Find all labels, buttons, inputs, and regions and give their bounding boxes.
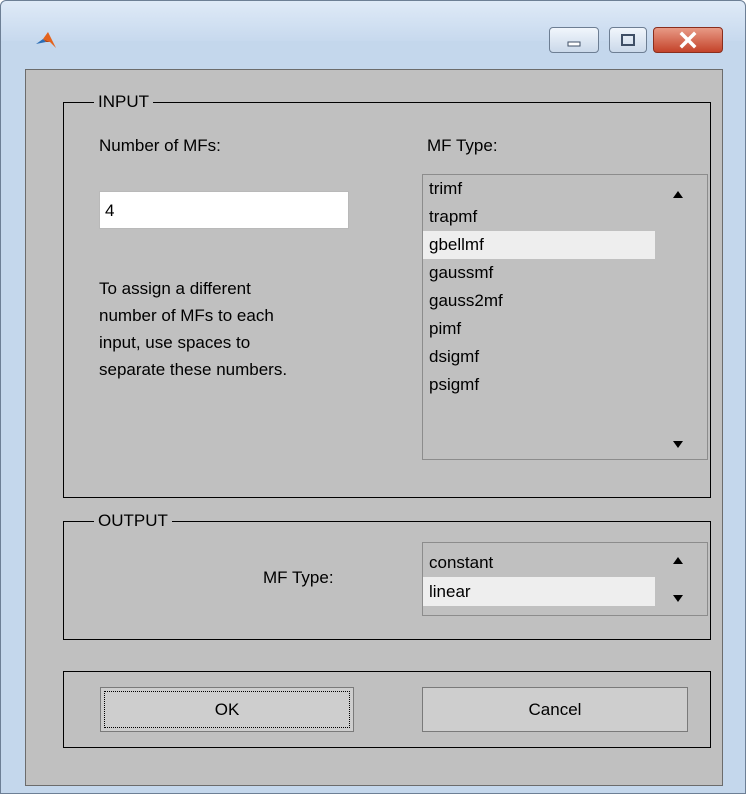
scroll-down-icon[interactable]: [673, 441, 683, 448]
scroll-down-icon[interactable]: [673, 595, 683, 602]
maximize-icon: [621, 34, 635, 46]
input-mf-type-items: trimf trapmf gbellmf gaussmf gauss2mf pimf dsi…: [423, 175, 655, 459]
input-legend: INPUT: [94, 92, 153, 112]
list-item[interactable]: gbellmf: [423, 231, 655, 259]
list-item[interactable]: psigmf: [423, 371, 655, 399]
dialog-window: INPUT Number of MFs: 4 To assign a diffe…: [0, 0, 746, 794]
dialog-client-area: INPUT Number of MFs: 4 To assign a diffe…: [25, 69, 723, 786]
list-item[interactable]: pimf: [423, 315, 655, 343]
close-icon: [679, 31, 697, 49]
ok-button[interactable]: OK: [100, 687, 354, 732]
list-item[interactable]: dsigmf: [423, 343, 655, 371]
input-mf-type-label: MF Type:: [427, 136, 498, 155]
list-item[interactable]: gauss2mf: [423, 287, 655, 315]
minimize-icon: [567, 41, 581, 47]
list-item[interactable]: linear: [423, 577, 655, 606]
scroll-up-icon[interactable]: [673, 191, 683, 198]
maximize-button[interactable]: [609, 27, 647, 53]
input-mf-type-listbox[interactable]: trimf trapmf gbellmf gaussmf gauss2mf pimf dsi…: [422, 174, 708, 460]
mf-count-help-text: To assign a different number of MFs to e…: [99, 279, 288, 379]
list-item[interactable]: trapmf: [423, 203, 655, 231]
scroll-up-icon[interactable]: [673, 557, 683, 564]
number-of-mfs-label: Number of MFs:: [99, 136, 221, 155]
list-item[interactable]: constant: [423, 548, 655, 577]
close-button[interactable]: [653, 27, 723, 53]
output-legend: OUTPUT: [94, 511, 172, 531]
output-mf-type-items: constant linear: [423, 545, 655, 615]
output-mf-type-listbox[interactable]: constant linear: [422, 542, 708, 616]
title-bar[interactable]: [1, 1, 745, 53]
list-item[interactable]: gaussmf: [423, 259, 655, 287]
matlab-logo-icon: [36, 32, 56, 48]
list-item[interactable]: trimf: [423, 175, 655, 203]
minimize-button[interactable]: [549, 27, 599, 53]
cancel-button[interactable]: Cancel: [422, 687, 688, 732]
number-of-mfs-input[interactable]: 4: [99, 191, 349, 229]
output-mf-type-label: MF Type:: [263, 568, 334, 587]
